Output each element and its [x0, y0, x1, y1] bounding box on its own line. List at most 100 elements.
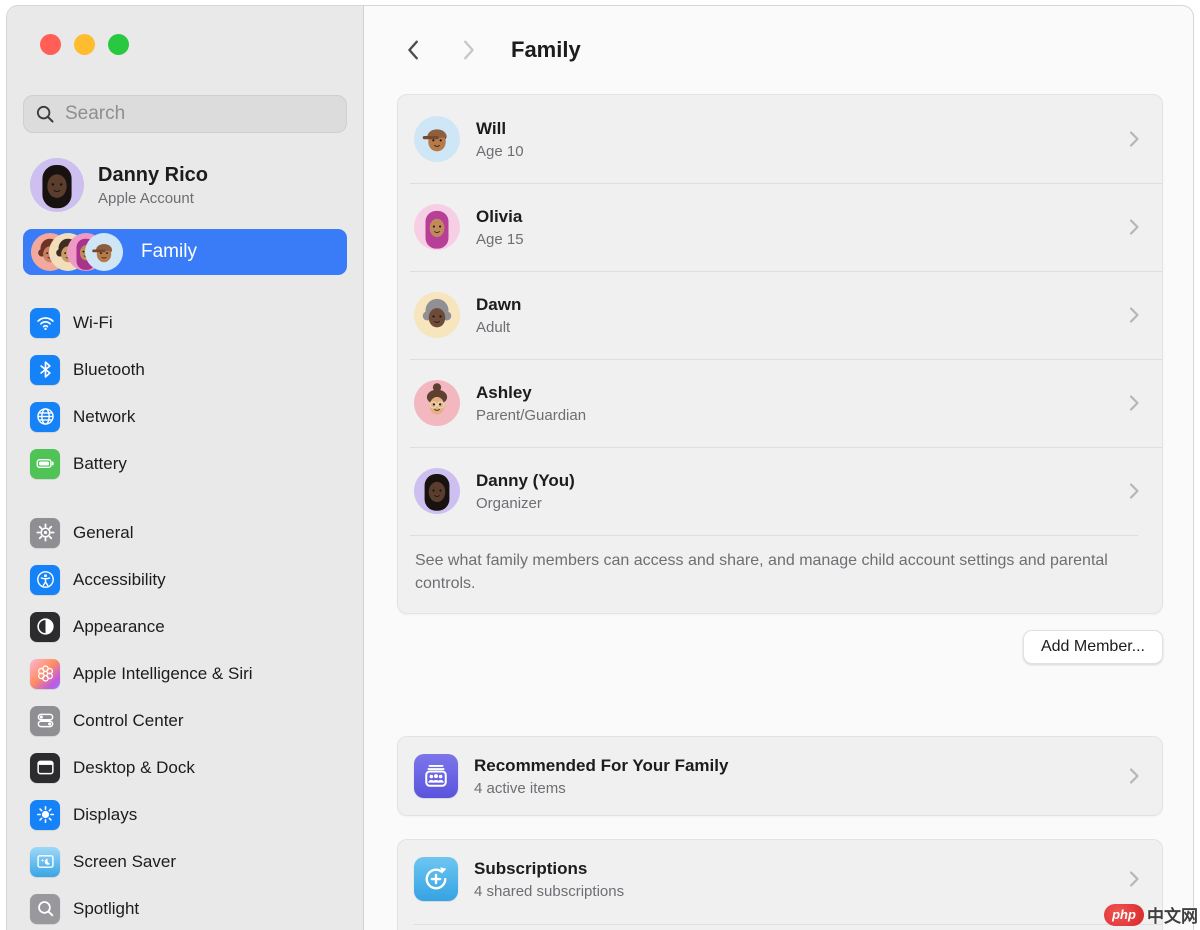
family-member-row-dawn[interactable]: Dawn Adult — [398, 271, 1162, 359]
settings-window: Search Danny Rico Apple Account Family W… — [6, 5, 1194, 930]
sidebar-item-label: General — [73, 523, 133, 543]
add-member-button[interactable]: Add Member... — [1023, 630, 1163, 664]
battery-icon — [30, 449, 60, 479]
sidebar-item-label: Control Center — [73, 711, 184, 731]
sidebar-item-apple-intelligence-siri[interactable]: Apple Intelligence & Siri — [23, 650, 347, 697]
olivia-avatar — [414, 204, 460, 250]
sidebar-item-screen-saver[interactable]: Screen Saver — [23, 838, 347, 885]
control-center-icon — [30, 706, 60, 736]
forward-button[interactable] — [455, 37, 481, 63]
sidebar-item-appearance[interactable]: Appearance — [23, 603, 347, 650]
sidebar-item-label: Appearance — [73, 617, 165, 637]
feature-subtitle: 4 shared subscriptions — [474, 883, 624, 900]
back-button[interactable] — [401, 37, 427, 63]
search-placeholder: Search — [65, 103, 125, 125]
apple-intelligence-icon — [30, 659, 60, 689]
avatar — [30, 158, 84, 212]
sidebar-item-label: Displays — [73, 805, 137, 825]
family-controls-icon — [414, 754, 458, 798]
sidebar-group-system: General Accessibility Appearance Apple Inte… — [23, 509, 347, 930]
chevron-right-icon — [1124, 216, 1144, 238]
family-member-row-danny-you[interactable]: Danny (You)Organizer — [398, 447, 1162, 535]
family-member-row-olivia[interactable]: Olivia Age 15 — [398, 183, 1162, 271]
member-detail: Age 15 — [476, 231, 524, 248]
sidebar-item-label: Spotlight — [73, 899, 139, 919]
member-name: Olivia — [476, 207, 524, 227]
family-member-row-ashley[interactable]: Ashley Parent/Guardian — [398, 359, 1162, 447]
window-controls — [23, 34, 347, 55]
chevron-left-icon — [403, 37, 425, 63]
member-detail: Age 10 — [476, 143, 524, 160]
search-input[interactable]: Search — [23, 95, 347, 133]
family-footnote: See what family members can access and s… — [398, 535, 1138, 613]
sidebar-item-label: Bluetooth — [73, 360, 145, 380]
subscriptions-icon — [414, 857, 458, 901]
sidebar-item-accessibility[interactable]: Accessibility — [23, 556, 347, 603]
chevron-right-icon — [1124, 765, 1144, 787]
sidebar-item-label: Desktop & Dock — [73, 758, 195, 778]
avatar — [414, 380, 460, 426]
page-title: Family — [511, 37, 581, 63]
sidebar-item-general[interactable]: General — [23, 509, 347, 556]
screen-saver-icon — [30, 847, 60, 877]
sidebar-item-label: Screen Saver — [73, 852, 176, 872]
sidebar-item-displays[interactable]: Displays — [23, 791, 347, 838]
dawn-avatar — [414, 292, 460, 338]
sidebar: Search Danny Rico Apple Account Family W… — [7, 6, 364, 930]
wifi-icon — [30, 308, 60, 338]
sidebar-item-apple-account[interactable]: Danny Rico Apple Account — [23, 158, 347, 212]
member-name: Dawn — [476, 295, 521, 315]
sidebar-item-label: Network — [73, 407, 135, 427]
feature-title: Recommended For Your Family — [474, 756, 728, 776]
minimize-window-button[interactable] — [74, 34, 95, 55]
close-window-button[interactable] — [40, 34, 61, 55]
ashley-avatar — [414, 380, 460, 426]
add-member-row: Add Member... — [397, 630, 1163, 664]
chevron-right-icon — [1124, 128, 1144, 150]
feature-title: Subscriptions — [474, 859, 624, 879]
member-text: WillAge 10 — [476, 119, 524, 160]
feature-text: Recommended For Your Family4 active item… — [474, 756, 728, 797]
recommended-for-your-family-card[interactable]: Recommended For Your Family4 active item… — [397, 736, 1163, 816]
member-detail: Adult — [476, 319, 521, 336]
sidebar-item-battery[interactable]: Battery — [23, 440, 347, 487]
row-divider — [414, 924, 1162, 925]
desktop-dock-icon — [30, 753, 60, 783]
family-avatars — [31, 233, 127, 271]
sidebar-item-bluetooth[interactable]: Bluetooth — [23, 346, 347, 393]
sidebar-item-desktop-dock[interactable]: Desktop & Dock — [23, 744, 347, 791]
sidebar-item-family[interactable]: Family — [23, 229, 347, 275]
member-text: Olivia Age 15 — [476, 207, 524, 248]
sun-icon — [30, 800, 60, 830]
avatar — [414, 116, 460, 162]
danny-you-avatar — [414, 468, 460, 514]
bluetooth-icon — [30, 355, 60, 385]
sidebar-item-control-center[interactable]: Control Center — [23, 697, 347, 744]
family-member-mini-avatar — [85, 233, 123, 276]
profile-subtitle: Apple Account — [98, 190, 208, 207]
mini-avatar — [85, 233, 123, 271]
feature-text: Subscriptions 4 shared subscriptions — [474, 859, 624, 900]
member-name: Ashley — [476, 383, 586, 403]
feature-row: Recommended For Your Family4 active item… — [398, 737, 1162, 815]
watermark-text: 中文网 — [1147, 902, 1198, 927]
php-logo: php — [1104, 904, 1144, 926]
main-panel: Family WillAge 10 Olivia Age 15 Dawn Adult As… — [364, 6, 1193, 930]
avatar — [414, 292, 460, 338]
family-member-row-will[interactable]: WillAge 10 — [398, 95, 1162, 183]
appearance-icon — [30, 612, 60, 642]
member-detail: Parent/Guardian — [476, 407, 586, 424]
sidebar-item-spotlight[interactable]: Spotlight — [23, 885, 347, 930]
sidebar-item-wi-fi[interactable]: Wi-Fi — [23, 299, 347, 346]
chevron-right-icon — [1124, 868, 1144, 890]
subscriptions-card[interactable]: Subscriptions 4 shared subscriptions — [397, 839, 1163, 930]
feature-row: Subscriptions 4 shared subscriptions — [398, 840, 1162, 918]
gear-icon — [30, 518, 60, 548]
member-name: Danny (You) — [476, 471, 575, 491]
sidebar-group-connectivity: Wi-Fi Bluetooth Network Battery — [23, 299, 347, 487]
zoom-window-button[interactable] — [108, 34, 129, 55]
danny-rico-avatar — [30, 158, 84, 212]
sidebar-item-network[interactable]: Network — [23, 393, 347, 440]
member-text: Danny (You)Organizer — [476, 471, 575, 512]
family-members-card: WillAge 10 Olivia Age 15 Dawn Adult Ashley Par… — [397, 94, 1163, 614]
